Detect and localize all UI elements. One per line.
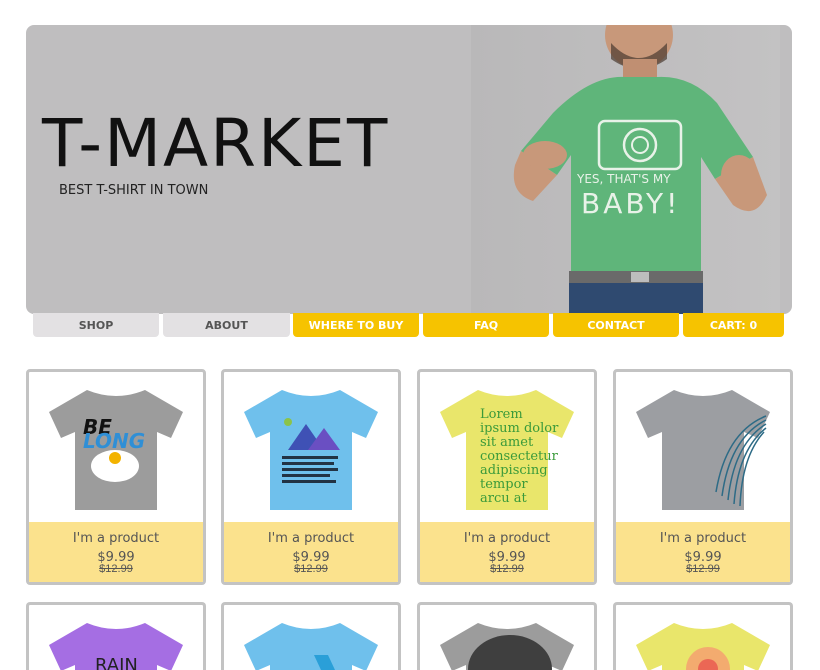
svg-text:LONG: LONG <box>83 429 145 453</box>
product-info: I'm a product $9.99 $12.99 <box>29 522 203 582</box>
nav-cart[interactable]: CART: 0 <box>683 313 784 337</box>
product-card[interactable]: BE LONG I'm a product $9.99 $12.99 <box>26 369 206 585</box>
site-tagline: BEST T-SHIRT IN TOWN <box>59 183 209 198</box>
product-info: I'm a product $9.99 $12.99 <box>616 522 790 582</box>
product-name[interactable]: I'm a product <box>420 531 594 546</box>
product-card[interactable]: RAIN <box>26 602 206 670</box>
product-card[interactable]: I'm a product $9.99 $12.99 <box>613 369 793 585</box>
product-image[interactable] <box>224 372 398 522</box>
product-info: I'm a product $9.99 $12.99 <box>420 522 594 582</box>
svg-text:consectetur: consectetur <box>480 449 559 464</box>
nav-faq[interactable]: FAQ <box>423 313 549 337</box>
product-image[interactable]: BE LONG <box>29 372 203 522</box>
product-old-price: $12.99 <box>294 563 328 575</box>
svg-text:BABY!: BABY! <box>581 187 680 220</box>
product-card[interactable]: I'm a product $9.99 $12.99 <box>221 369 401 585</box>
svg-text:tempor: tempor <box>480 477 528 492</box>
product-name[interactable]: I'm a product <box>29 531 203 546</box>
svg-text:Lorem: Lorem <box>480 407 523 422</box>
nav-contact[interactable]: CONTACT <box>553 313 679 337</box>
nav-about[interactable]: ABOUT <box>163 313 290 337</box>
svg-text:ipsum dolor: ipsum dolor <box>480 421 559 436</box>
product-old-price: $12.99 <box>99 563 133 575</box>
nav-shop[interactable]: SHOP <box>33 313 159 337</box>
product-name[interactable]: I'm a product <box>224 531 398 546</box>
product-image[interactable]: RAIN <box>29 605 203 670</box>
product-image[interactable]: Lorem ipsum dolor sit amet consectetur a… <box>420 372 594 522</box>
shirt-graphic-text: RAIN <box>95 655 138 670</box>
product-image[interactable] <box>616 605 790 670</box>
product-old-price: $12.99 <box>686 563 720 575</box>
product-image[interactable] <box>616 372 790 522</box>
site-title: T-MARKET <box>42 105 390 182</box>
product-image[interactable] <box>420 605 594 670</box>
product-old-price: $12.99 <box>490 563 524 575</box>
product-card[interactable] <box>221 602 401 670</box>
hero-banner: T-MARKET BEST T-SHIRT IN TOWN YES, THAT'… <box>26 25 792 314</box>
product-card[interactable] <box>613 602 793 670</box>
svg-text:YES, THAT'S MY: YES, THAT'S MY <box>576 172 671 186</box>
hero-model-photo: YES, THAT'S MY BABY! <box>471 25 780 314</box>
product-card[interactable]: Lorem ipsum dolor sit amet consectetur a… <box>417 369 597 585</box>
svg-text:sit amet: sit amet <box>480 435 534 450</box>
nav-where-to-buy[interactable]: WHERE TO BUY <box>293 313 419 337</box>
svg-text:arcu at: arcu at <box>480 491 528 506</box>
product-name[interactable]: I'm a product <box>616 531 790 546</box>
product-info: I'm a product $9.99 $12.99 <box>224 522 398 582</box>
product-image[interactable] <box>224 605 398 670</box>
product-card[interactable] <box>417 602 597 670</box>
svg-text:adipiscing: adipiscing <box>480 463 548 478</box>
